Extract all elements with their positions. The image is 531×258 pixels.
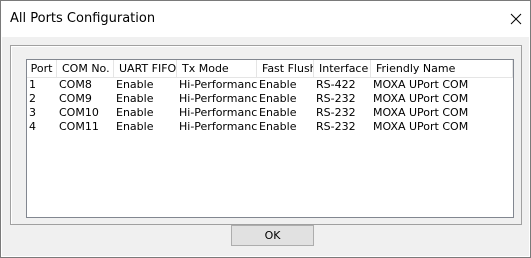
cell-fast-flush: Enable xyxy=(259,120,297,133)
close-icon xyxy=(510,13,522,25)
title-bar[interactable]: All Ports Configuration xyxy=(1,1,530,37)
close-button[interactable] xyxy=(502,5,530,33)
table-row[interactable]: 4 COM11 Enable Hi-Performance Enable RS-… xyxy=(27,120,513,134)
cell-interface: RS-232 xyxy=(316,120,356,133)
list-body: 1 COM8 Enable Hi-Performance Enable RS-4… xyxy=(27,78,513,134)
cell-port: 1 xyxy=(29,78,36,91)
cell-port: 4 xyxy=(29,120,36,133)
cell-fast-flush: Enable xyxy=(259,78,297,91)
cell-friendly-name: MOXA UPort COM xyxy=(373,120,469,133)
table-row[interactable]: 2 COM9 Enable Hi-Performance Enable RS-2… xyxy=(27,92,513,106)
cell-uart-fifo: Enable xyxy=(116,120,154,133)
cell-com-no: COM10 xyxy=(59,106,99,119)
column-header-interface[interactable]: Interface xyxy=(314,60,371,77)
cell-tx-mode: Hi-Performance xyxy=(179,120,257,133)
table-row[interactable]: 1 COM8 Enable Hi-Performance Enable RS-4… xyxy=(27,78,513,92)
list-header: Port COM No. UART FIFO Tx Mode Fast Flus… xyxy=(27,60,513,78)
dialog-window: All Ports Configuration Port COM No. UAR… xyxy=(0,0,531,258)
column-header-fast-flush[interactable]: Fast Flush xyxy=(257,60,314,77)
cell-fast-flush: Enable xyxy=(259,92,297,105)
column-header-port[interactable]: Port xyxy=(27,60,57,77)
cell-friendly-name: MOXA UPort COM xyxy=(373,92,469,105)
window-title: All Ports Configuration xyxy=(10,11,156,26)
cell-com-no: COM8 xyxy=(59,78,92,91)
cell-fast-flush: Enable xyxy=(259,106,297,119)
cell-friendly-name: MOXA UPort COM xyxy=(373,106,469,119)
column-header-friendly-name[interactable]: Friendly Name xyxy=(371,60,513,77)
cell-uart-fifo: Enable xyxy=(116,106,154,119)
ok-button[interactable]: OK xyxy=(231,225,314,246)
cell-uart-fifo: Enable xyxy=(116,78,154,91)
cell-port: 2 xyxy=(29,92,36,105)
cell-interface: RS-232 xyxy=(316,106,356,119)
cell-tx-mode: Hi-Performance xyxy=(179,106,257,119)
cell-port: 3 xyxy=(29,106,36,119)
cell-com-no: COM9 xyxy=(59,92,92,105)
cell-uart-fifo: Enable xyxy=(116,92,154,105)
table-row[interactable]: 3 COM10 Enable Hi-Performance Enable RS-… xyxy=(27,106,513,120)
dialog-client-area: Port COM No. UART FIFO Tx Mode Fast Flus… xyxy=(2,37,529,256)
ports-list-view[interactable]: Port COM No. UART FIFO Tx Mode Fast Flus… xyxy=(26,59,514,218)
cell-tx-mode: Hi-Performance xyxy=(179,78,257,91)
column-header-uart-fifo[interactable]: UART FIFO xyxy=(114,60,177,77)
cell-interface: RS-422 xyxy=(316,78,356,91)
column-header-tx-mode[interactable]: Tx Mode xyxy=(177,60,257,77)
column-header-com-no[interactable]: COM No. xyxy=(57,60,114,77)
cell-com-no: COM11 xyxy=(59,120,99,133)
cell-interface: RS-232 xyxy=(316,92,356,105)
cell-tx-mode: Hi-Performance xyxy=(179,92,257,105)
cell-friendly-name: MOXA UPort COM xyxy=(373,78,469,91)
